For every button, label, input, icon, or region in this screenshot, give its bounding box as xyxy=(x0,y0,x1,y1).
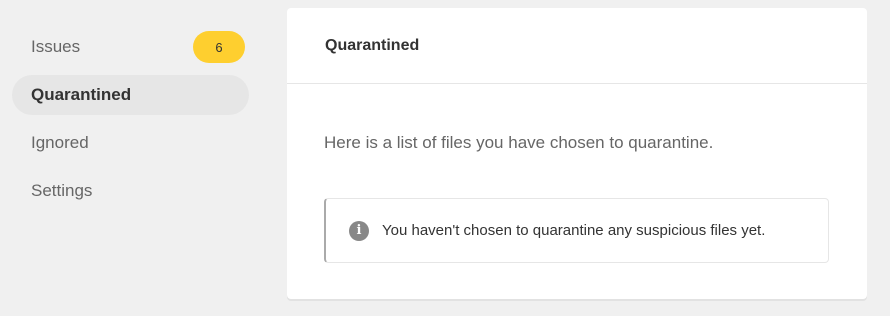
panel-title: Quarantined xyxy=(287,8,867,84)
sidebar-item-settings[interactable]: Settings xyxy=(12,171,249,211)
sidebar-item-issues[interactable]: Issues 6 xyxy=(12,27,249,67)
quarantined-panel: Quarantined Here is a list of files you … xyxy=(287,8,867,299)
sidebar-item-quarantined[interactable]: Quarantined xyxy=(12,75,249,115)
sidebar-item-ignored[interactable]: Ignored xyxy=(12,123,249,163)
sidebar-item-label: Ignored xyxy=(31,133,89,152)
notice-text: You haven't chosen to quarantine any sus… xyxy=(382,222,766,239)
sidebar-item-label: Settings xyxy=(31,181,93,200)
issues-count-badge: 6 xyxy=(193,31,245,63)
panel-body: Here is a list of files you have chosen … xyxy=(287,84,867,263)
panel-description: Here is a list of files you have chosen … xyxy=(324,133,714,152)
sidebar-item-label: Quarantined xyxy=(31,85,132,104)
sidebar: Issues 6 Quarantined Ignored Settings xyxy=(12,27,249,219)
info-icon: i xyxy=(349,220,369,241)
empty-state-notice: i You haven't chosen to quarantine any s… xyxy=(324,198,829,263)
sidebar-item-label: Issues xyxy=(31,37,81,56)
